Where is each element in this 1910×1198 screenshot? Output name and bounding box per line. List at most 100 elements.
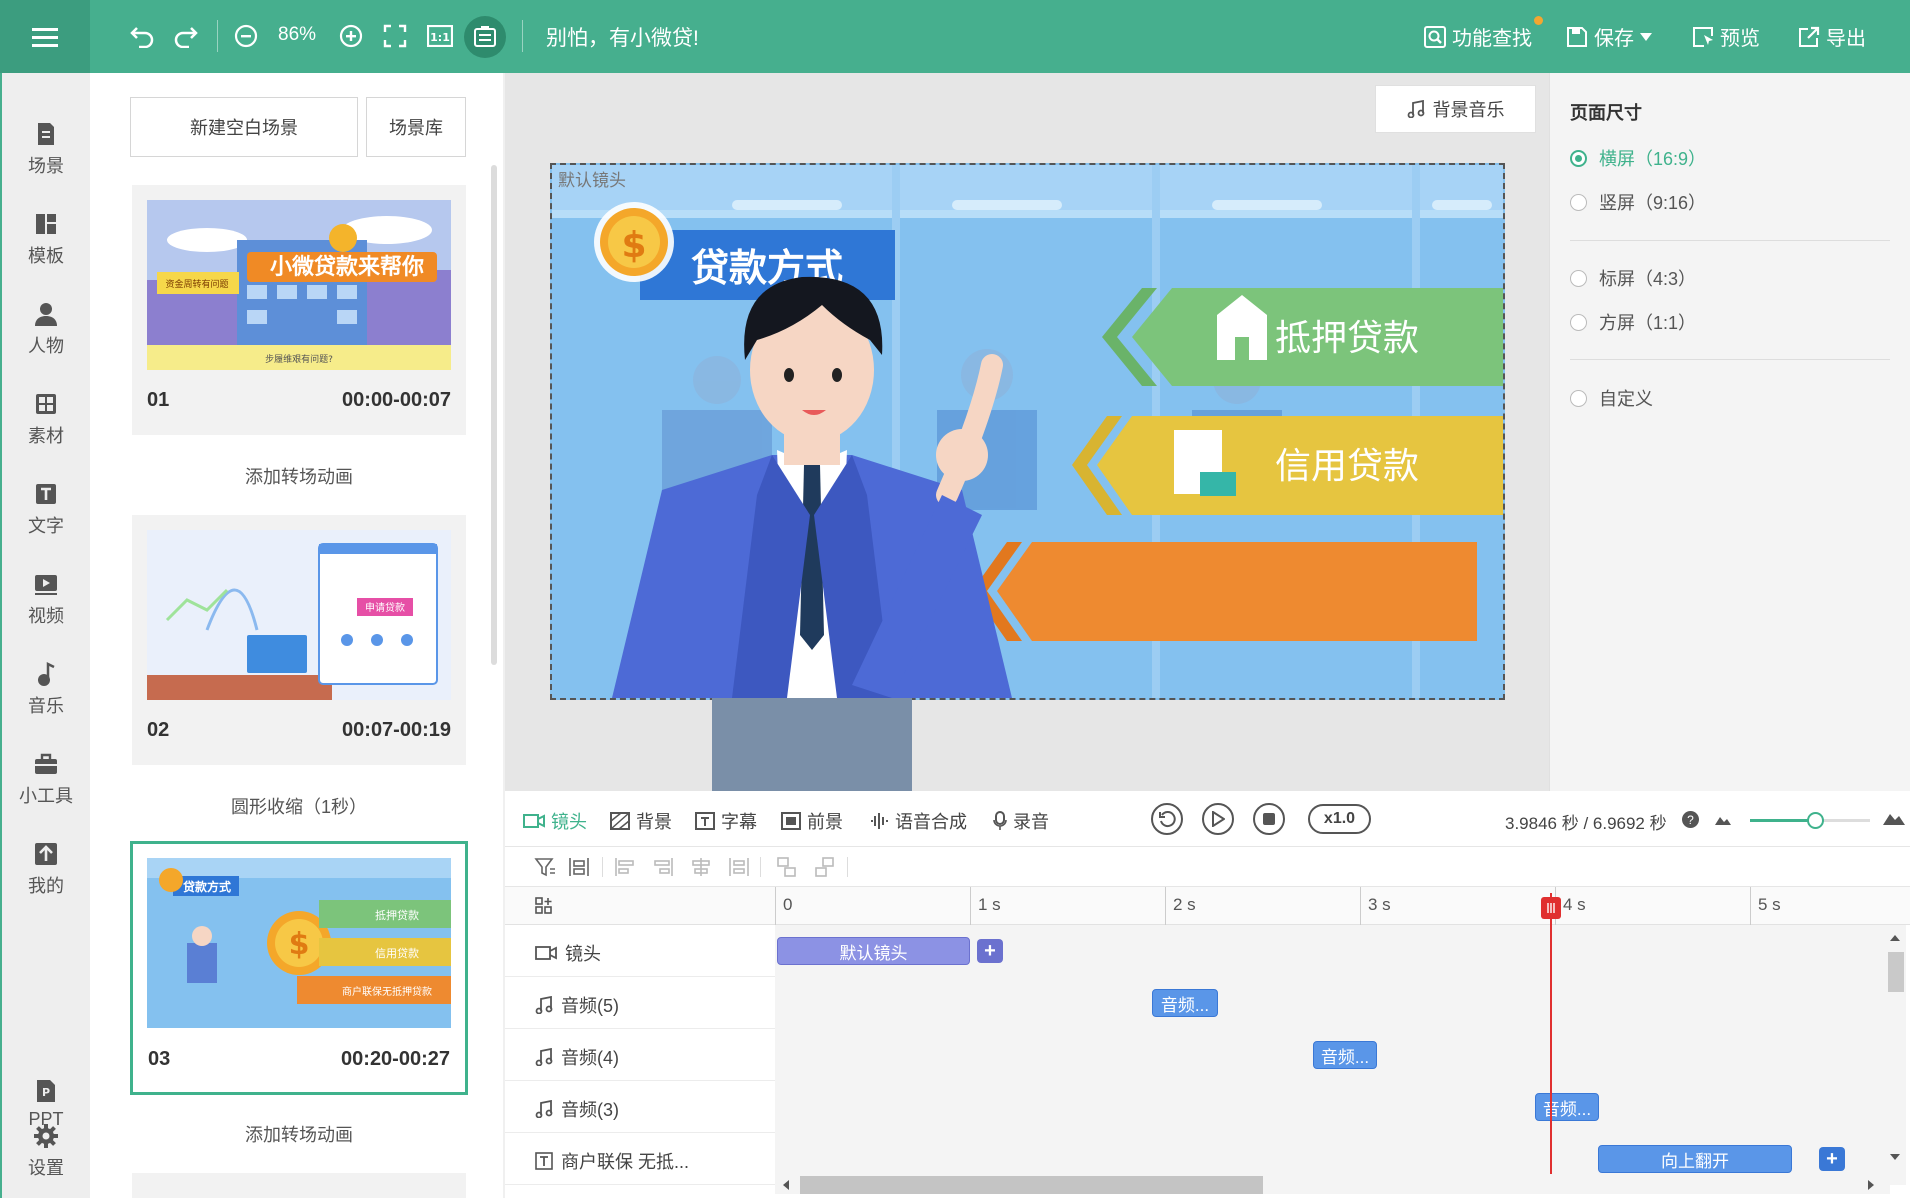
playback-speed-button[interactable]: x1.0 bbox=[1308, 804, 1371, 834]
feature-search-button[interactable]: 功能查找 bbox=[1424, 22, 1532, 51]
nav-template[interactable]: 模板 bbox=[2, 211, 90, 283]
svg-text:抵押贷款: 抵押贷款 bbox=[375, 908, 419, 922]
zoom-out-icon[interactable] bbox=[228, 18, 264, 54]
timeline-ruler[interactable]: 0 1 s 2 s 3 s 4 s 5 s bbox=[505, 887, 1910, 925]
replay-button[interactable] bbox=[1151, 803, 1183, 835]
nav-text[interactable]: 文字 bbox=[2, 481, 90, 553]
ruler-tick: 3 s bbox=[1368, 895, 1391, 914]
animation-clip[interactable]: 向上翻开 bbox=[1598, 1145, 1792, 1173]
notification-dot bbox=[1534, 16, 1543, 25]
tab-tts[interactable]: 语音合成 bbox=[869, 808, 967, 834]
audio-clip[interactable]: 音频... bbox=[1152, 989, 1218, 1017]
page-size-title: 页面尺寸 bbox=[1570, 103, 1642, 123]
align-left-icon[interactable] bbox=[613, 855, 637, 879]
zoom-slider-fill bbox=[1750, 819, 1815, 822]
scene-card-01[interactable]: 小微贷款来帮你 资金周转有问题 步履维艰有问题? 01 00:00-00:07 bbox=[132, 185, 466, 435]
tab-subtitle[interactable]: 字幕 bbox=[695, 808, 757, 834]
layer-down-icon[interactable] bbox=[813, 855, 837, 879]
scene-panel: 新建空白场景 场景库 小微贷款来帮你 资金周转有问题 步履维艰有问题? 01 0… bbox=[90, 73, 503, 1198]
stage-canvas[interactable]: $ 贷款方式 抵押贷款 信用贷款 bbox=[550, 163, 1505, 798]
nav-video[interactable]: 视频 bbox=[2, 571, 90, 643]
add-camera-clip-button[interactable]: + bbox=[977, 939, 1003, 963]
vertical-scroll-thumb[interactable] bbox=[1888, 952, 1904, 992]
nav-material[interactable]: 素材 bbox=[2, 391, 90, 463]
svg-text:资金周转有问题: 资金周转有问题 bbox=[165, 278, 228, 290]
add-animation-button[interactable]: + bbox=[1819, 1147, 1845, 1171]
new-blank-scene-button[interactable]: 新建空白场景 bbox=[130, 97, 358, 157]
scene-panel-scrollbar[interactable] bbox=[491, 165, 497, 665]
scroll-up-icon bbox=[1890, 935, 1900, 941]
save-button[interactable]: 保存 bbox=[1566, 22, 1652, 51]
timeline-zoom-slider[interactable] bbox=[1750, 812, 1870, 829]
ruler-tick: 1 s bbox=[978, 895, 1001, 914]
zoom-level: 86% bbox=[278, 24, 317, 45]
menu-icon[interactable] bbox=[0, 0, 90, 73]
zoom-slider-knob[interactable] bbox=[1806, 812, 1824, 829]
align-distribute-icon[interactable] bbox=[727, 855, 751, 879]
tab-background[interactable]: 背景 bbox=[610, 808, 672, 834]
scene-card-04-partial[interactable] bbox=[132, 1173, 466, 1198]
stage-option-1: 抵押贷款 bbox=[1275, 318, 1419, 359]
page-size-option-custom[interactable]: 自定义 bbox=[1570, 385, 1653, 411]
track-audio-3: 音频(3) 音频... bbox=[505, 1081, 1890, 1133]
scene-library-button[interactable]: 场景库 bbox=[366, 97, 466, 157]
stop-button[interactable] bbox=[1253, 803, 1285, 835]
align-center-icon[interactable] bbox=[689, 855, 713, 879]
filter-icon[interactable] bbox=[533, 855, 557, 879]
redo-icon[interactable] bbox=[168, 18, 204, 54]
zoom-large-mountain-icon bbox=[1883, 814, 1905, 825]
nav-music[interactable]: 音乐 bbox=[2, 661, 90, 733]
scene-thumbnail: 贷款方式 $ 抵押贷款 信用贷款 商户联保无抵押贷款 bbox=[147, 858, 451, 1028]
distribute-icon[interactable] bbox=[567, 855, 591, 879]
radio-checked-icon bbox=[1570, 149, 1587, 167]
play-button[interactable] bbox=[1202, 803, 1234, 835]
nav-toolbox[interactable]: 小工具 bbox=[2, 751, 90, 823]
camera-clip[interactable]: 默认镜头 bbox=[777, 937, 970, 965]
add-transition-link[interactable]: 添加转场动画 bbox=[132, 1121, 466, 1147]
radio-icon bbox=[1570, 389, 1587, 407]
actual-size-icon[interactable]: 1:1 bbox=[422, 18, 458, 54]
svg-text:申请贷款: 申请贷款 bbox=[365, 601, 405, 614]
undo-icon[interactable] bbox=[124, 18, 160, 54]
scene-card-03[interactable]: 贷款方式 $ 抵押贷款 信用贷款 商户联保无抵押贷款 03 00:20-00:2… bbox=[130, 841, 468, 1095]
zoom-in-icon[interactable] bbox=[333, 18, 369, 54]
track-body[interactable]: 音频... bbox=[775, 1029, 1890, 1081]
page-size-option-16-9[interactable]: 横屏（16:9） bbox=[1570, 145, 1706, 171]
add-transition-link[interactable]: 添加转场动画 bbox=[132, 463, 466, 489]
nav-mine[interactable]: 我的 bbox=[2, 841, 90, 913]
page-size-option-1-1[interactable]: 方屏（1:1） bbox=[1570, 309, 1696, 335]
audio-clip[interactable]: 音频... bbox=[1535, 1093, 1599, 1121]
background-music-button[interactable]: 背景音乐 bbox=[1375, 85, 1536, 133]
tab-camera[interactable]: 镜头 bbox=[523, 808, 587, 834]
horizontal-scroll-thumb[interactable] bbox=[800, 1176, 1263, 1194]
subtitle-tool-icon[interactable] bbox=[464, 16, 506, 58]
track-body[interactable]: 音频... bbox=[775, 1081, 1890, 1133]
nav-person[interactable]: 人物 bbox=[2, 301, 90, 373]
waveform-icon bbox=[871, 813, 888, 829]
tab-record[interactable]: 录音 bbox=[993, 808, 1049, 834]
page-size-option-4-3[interactable]: 标屏（4:3） bbox=[1570, 265, 1696, 291]
preview-button[interactable]: 预览 bbox=[1692, 22, 1760, 51]
upload-icon bbox=[35, 843, 57, 865]
page-size-option-9-16[interactable]: 竖屏（9:16） bbox=[1570, 189, 1706, 215]
svg-text:商户联保无抵押贷款: 商户联保无抵押贷款 bbox=[342, 985, 432, 998]
tab-foreground[interactable]: 前景 bbox=[781, 808, 843, 834]
music-icon bbox=[38, 661, 55, 686]
nav-settings[interactable]: 设置 bbox=[2, 1123, 90, 1195]
fullscreen-icon[interactable] bbox=[377, 18, 413, 54]
svg-text:小微贷款来帮你: 小微贷款来帮你 bbox=[270, 254, 424, 280]
audio-clip[interactable]: 音频... bbox=[1313, 1041, 1377, 1069]
help-icon[interactable]: ? bbox=[1682, 811, 1699, 828]
track-body[interactable]: 默认镜头 + bbox=[775, 925, 1890, 977]
align-right-icon[interactable] bbox=[651, 855, 675, 879]
playhead-handle[interactable] bbox=[1541, 897, 1561, 919]
transition-link[interactable]: 圆形收缩（1秒） bbox=[132, 793, 466, 819]
scene-card-02[interactable]: 申请贷款 02 00:07-00:19 bbox=[132, 515, 466, 765]
playhead[interactable] bbox=[1550, 893, 1552, 1183]
nav-scene[interactable]: 场景 bbox=[2, 121, 90, 193]
svg-text:步履维艰有问题?: 步履维艰有问题? bbox=[265, 353, 333, 365]
play-icon bbox=[1212, 811, 1225, 827]
export-button[interactable]: 导出 bbox=[1798, 22, 1866, 51]
layer-up-icon[interactable] bbox=[775, 855, 799, 879]
track-body[interactable]: 音频... bbox=[775, 977, 1890, 1029]
